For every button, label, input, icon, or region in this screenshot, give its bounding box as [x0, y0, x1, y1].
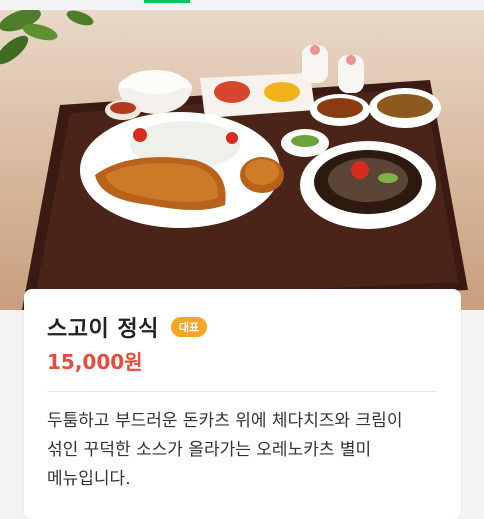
leaf-decoration [0, 10, 94, 65]
menu-price: 15,000원 [47, 350, 143, 374]
divider [47, 391, 437, 392]
title-row: 스고이 정식 대표 [47, 311, 208, 343]
menu-name: 스고이 정식 [47, 317, 159, 342]
menu-description: 두툼하고 부드러운 돈카츠 위에 체다치즈와 크림이 섞인 꾸덕한 소스가 올라… [47, 411, 403, 489]
soba-bowl [300, 141, 436, 229]
signature-badge: 대표 [170, 317, 208, 337]
top-tab-indicator [144, 0, 190, 3]
menu-photo[interactable] [0, 10, 484, 310]
side-dish-plate [200, 73, 315, 118]
menu-info-card: 스고이 정식 대표 15,000원 두툼하고 부드러운 돈카츠 위에 체다치즈와… [24, 289, 461, 519]
